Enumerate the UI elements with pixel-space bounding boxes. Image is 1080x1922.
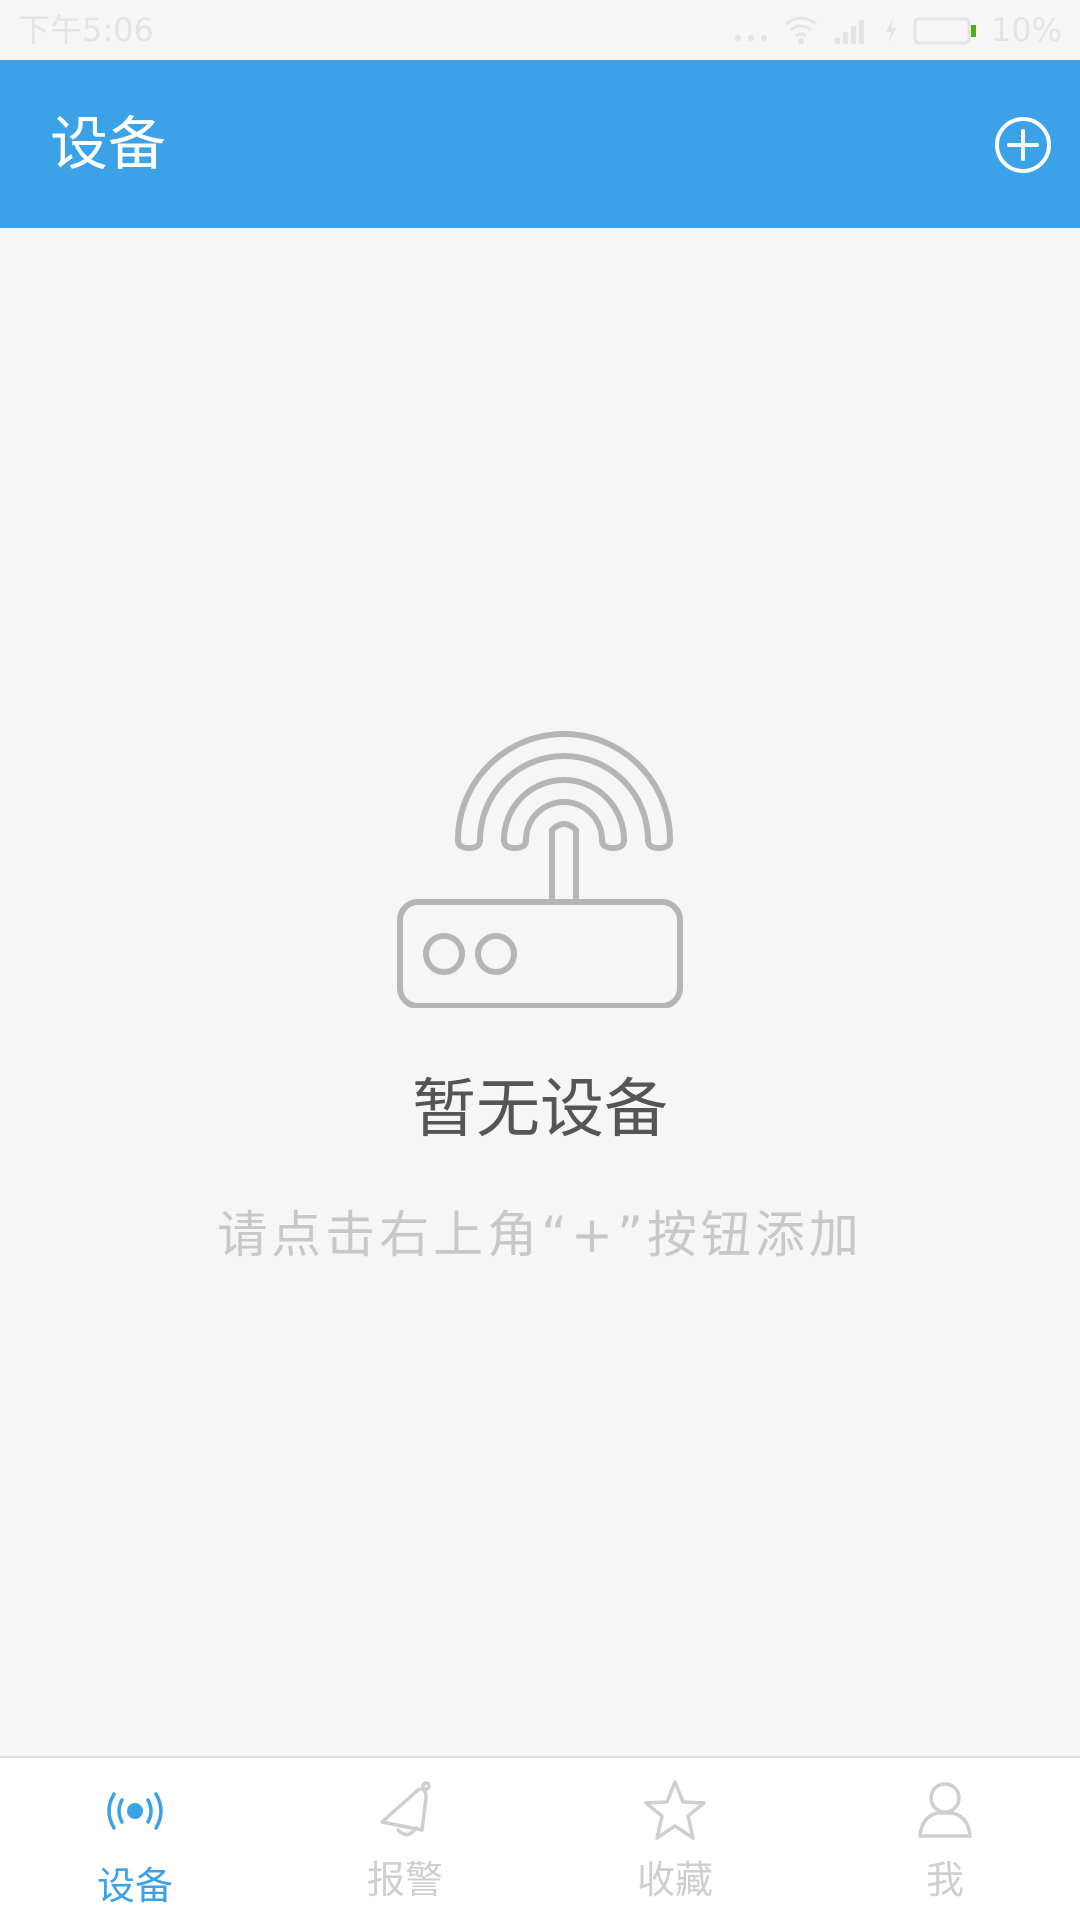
charging-icon [885, 18, 896, 42]
battery-icon [913, 17, 976, 45]
status-bar: 下午5:06 10% [0, 0, 1080, 60]
broadcast-icon [107, 1792, 163, 1830]
tab-label: 设备 [96, 1864, 173, 1908]
star-icon [644, 1780, 706, 1840]
tab-devices[interactable]: 设备 [0, 1758, 270, 1922]
battery-percent: 10% [990, 11, 1062, 49]
tab-me[interactable]: 我 [810, 1758, 1080, 1922]
empty-title: 暂无设备 [412, 1073, 668, 1147]
tab-label: 收藏 [636, 1858, 713, 1902]
tab-label: 我 [925, 1858, 964, 1902]
wifi-icon [784, 16, 817, 44]
person-icon [918, 1782, 972, 1838]
router-icon [397, 731, 683, 1008]
status-icons: 10% [733, 10, 1062, 50]
more-dots-icon [734, 35, 767, 41]
empty-hint: 请点击右上角“+”按钮添加 [217, 1206, 863, 1264]
signal-icon [834, 20, 864, 44]
status-time: 下午5:06 [18, 11, 154, 49]
page-title: 设备 [50, 110, 167, 178]
tab-favorites[interactable]: 收藏 [540, 1758, 810, 1922]
bell-icon [380, 1781, 431, 1837]
tab-alarms[interactable]: 报警 [270, 1758, 540, 1922]
add-circle-icon[interactable] [994, 116, 1052, 174]
app-bar: 设备 [0, 60, 1080, 228]
bottom-nav: 设备 报警 收藏 我 [0, 1756, 1080, 1922]
tab-label: 报警 [366, 1858, 443, 1902]
